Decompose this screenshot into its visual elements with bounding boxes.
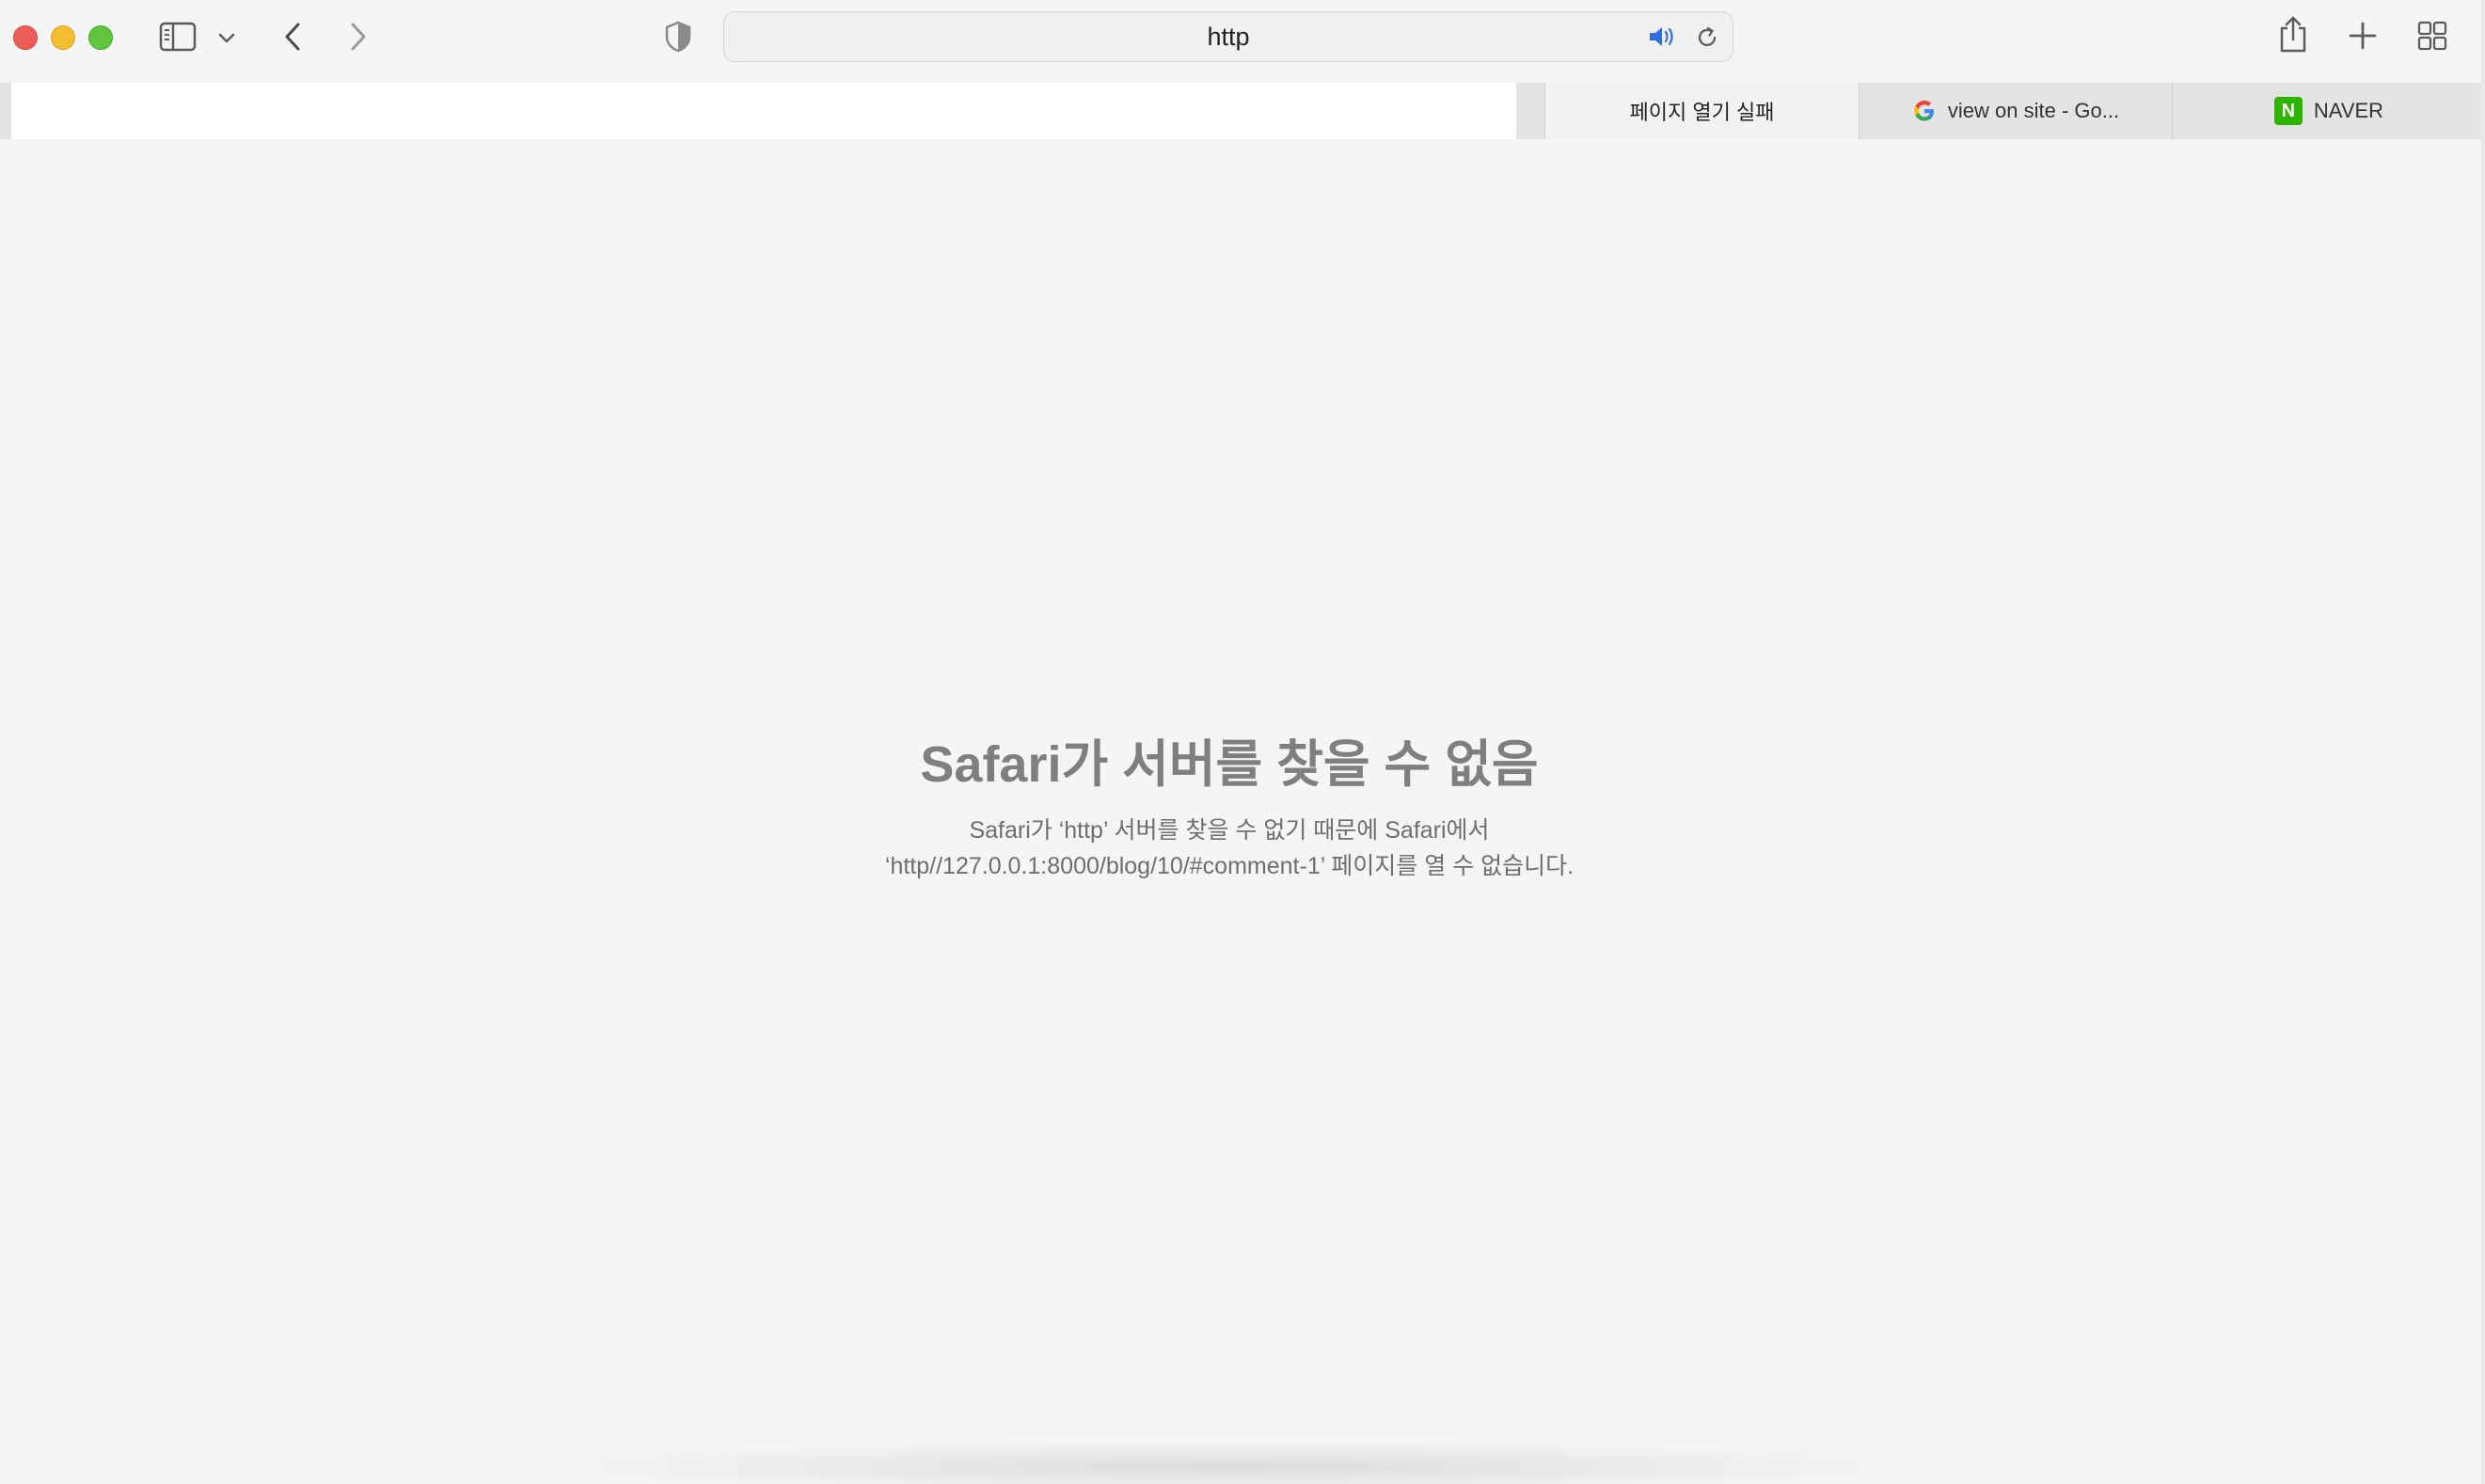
sidebar-toggle-icon[interactable] (158, 21, 198, 53)
toolbar: http (0, 0, 2485, 83)
tab-label: NAVER (2313, 99, 2384, 122)
naver-icon: N (2273, 97, 2303, 125)
tab-google-search[interactable]: view on site - Go... (1859, 83, 2172, 139)
maximize-window-button[interactable] (88, 25, 113, 50)
chevron-down-icon[interactable] (214, 26, 239, 49)
tab-bar: 페이지 열기 실패 view on site - Go... N NAVER (0, 83, 2485, 166)
forward-button-icon[interactable] (344, 19, 372, 55)
error-title: Safari가 서버를 찾을 수 없음 (920, 736, 1539, 793)
error-message: Safari가 ‘http’ 서버를 찾을 수 없기 때문에 Safari에서 … (0, 813, 2459, 884)
error-message-line-1: Safari가 ‘http’ 서버를 찾을 수 없기 때문에 Safari에서 (969, 817, 1490, 844)
window-right-edge (2481, 0, 2485, 1484)
minimize-window-button[interactable] (51, 25, 75, 50)
error-message-line-2: ‘http//127.0.0.1:8000/blog/10/#comment-1… (884, 853, 1575, 879)
close-window-button[interactable] (13, 25, 38, 50)
safari-window: http 페이지 열기 실패 view on site - Go... N NA… (0, 0, 2485, 1484)
google-icon (1912, 99, 1937, 123)
new-tab-plus-icon[interactable] (2346, 19, 2380, 53)
share-icon[interactable] (2274, 13, 2312, 56)
address-bar[interactable]: http (723, 11, 1733, 62)
page-content: Safari가 서버를 찾을 수 없음 Safari가 ‘http’ 서버를 찾… (0, 139, 2485, 1484)
address-text: http (1207, 22, 1250, 51)
tab-naver[interactable]: N NAVER (2172, 83, 2485, 139)
back-button-icon[interactable] (278, 19, 307, 55)
tab-page-open-failed[interactable]: 페이지 열기 실패 (1544, 83, 1859, 139)
tab-label: 페이지 열기 실패 (1629, 101, 1775, 124)
reload-icon[interactable] (1693, 24, 1721, 52)
privacy-shield-icon[interactable] (662, 19, 694, 55)
speaker-icon[interactable] (1646, 24, 1678, 50)
tab-label: view on site - Go... (1947, 99, 2120, 122)
tab-overview-icon[interactable] (2415, 19, 2449, 53)
